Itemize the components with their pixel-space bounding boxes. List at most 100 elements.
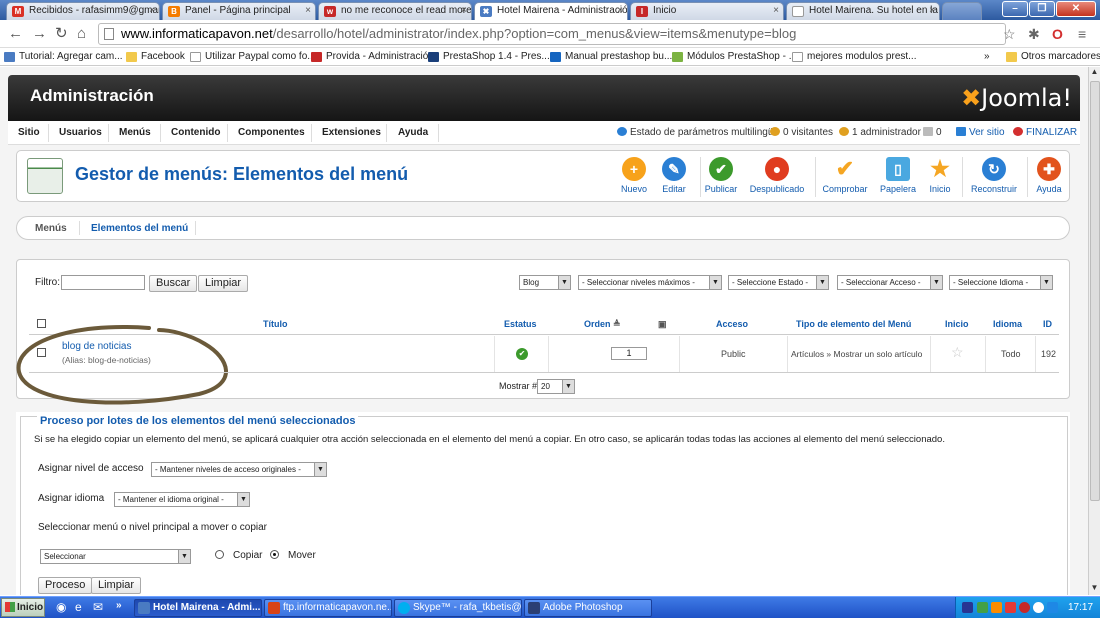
tray-app-icon[interactable] (977, 602, 988, 613)
default-star-icon[interactable]: ☆ (951, 344, 964, 361)
close-window-icon[interactable]: ✕ (1056, 1, 1096, 17)
unpublish-button[interactable]: ● Despublicado (741, 157, 813, 194)
language-select[interactable]: - Seleccione Idioma - ▼ (949, 275, 1053, 290)
batch-clear-button[interactable]: Limpiar (91, 577, 142, 594)
mail-quicklaunch-icon[interactable]: ✉ (93, 600, 103, 614)
column-home-header[interactable]: Inicio (945, 319, 969, 329)
close-tab-icon[interactable]: × (929, 3, 935, 19)
tab-menus[interactable]: Menús (35, 223, 67, 234)
skype-tray-icon[interactable] (1047, 602, 1058, 613)
view-site-link[interactable]: Ver sitio (956, 127, 1005, 138)
filter-search-input[interactable] (61, 275, 145, 290)
taskbar-window-skype[interactable]: Skype™ - rafa_tkbetis@... (394, 599, 522, 617)
taskbar-window-ftp[interactable]: ftp.informaticapavon.ne... (264, 599, 392, 617)
url-field[interactable]: www.informaticapavon.net/desarrollo/hote… (98, 23, 1006, 45)
bookmark-item[interactable]: PrestaShop 1.4 - Pres... (428, 49, 550, 65)
bookmark-item[interactable]: Módulos PrestaShop - ... (672, 49, 797, 65)
browser-tab-panel[interactable]: B Panel - Página principal × (162, 2, 316, 20)
menu-ayuda[interactable]: Ayuda (398, 127, 428, 138)
menu-sitio[interactable]: Sitio (18, 127, 40, 138)
edit-button[interactable]: ✎ Editar (649, 157, 699, 194)
bookmark-item[interactable]: Provida - Administración (311, 49, 434, 65)
extension-icon[interactable]: ✱ (1028, 26, 1040, 43)
browser-tab-admin[interactable]: ✖ Hotel Mairena - Administració × (474, 2, 628, 21)
language-bar-icon[interactable] (962, 602, 973, 613)
column-order-header[interactable]: Orden ≜ (584, 319, 621, 330)
close-tab-icon[interactable]: × (149, 3, 155, 19)
page-scrollbar[interactable]: ▲ ▼ (1088, 67, 1100, 595)
taskbar-window-photoshop[interactable]: Adobe Photoshop (524, 599, 652, 617)
copy-radio[interactable] (215, 550, 224, 559)
menu-componentes[interactable]: Componentes (238, 127, 305, 138)
close-tab-icon[interactable]: × (617, 3, 623, 19)
batch-target-select[interactable]: Seleccionar ▼ (40, 549, 191, 564)
column-title-header[interactable]: Título (263, 319, 288, 329)
bookmark-item[interactable]: Tutorial: Agregar cam... (4, 49, 123, 65)
menu-contenido[interactable]: Contenido (171, 127, 220, 138)
rebuild-button[interactable]: ↻ Reconstruir (965, 157, 1023, 194)
browser-tab-gmail[interactable]: M Recibidos - rafasimm9@gmail × (6, 2, 160, 20)
reload-icon[interactable]: ↻ (55, 25, 68, 43)
back-arrow-icon[interactable]: ← (8, 25, 23, 43)
scroll-up-icon[interactable]: ▲ (1089, 67, 1100, 79)
column-access-header[interactable]: Acceso (716, 319, 748, 329)
scroll-down-icon[interactable]: ▼ (1089, 583, 1100, 595)
multilingual-status[interactable]: Estado de parámetros multilingüe (617, 127, 779, 138)
close-tab-icon[interactable]: × (773, 3, 779, 19)
order-input[interactable]: 1 (611, 347, 647, 360)
bookmark-item[interactable]: Facebook (126, 49, 185, 65)
quicklaunch-more-icon[interactable]: » (116, 600, 122, 611)
menu-menus[interactable]: Menús (119, 127, 151, 138)
taskbar-window-browser[interactable]: Hotel Mairena - Admi... (134, 599, 262, 617)
published-check-icon[interactable]: ✔ (516, 348, 528, 360)
clock[interactable]: 17:17 (1068, 597, 1093, 618)
help-button[interactable]: ✚ Ayuda (1027, 157, 1071, 194)
chrome-quicklaunch-icon[interactable]: ◉ (56, 600, 66, 614)
batch-language-select[interactable]: - Mantener el idioma original - ▼ (114, 492, 250, 507)
forward-arrow-icon[interactable]: → (32, 25, 47, 43)
show-count-select[interactable]: 20 ▼ (537, 379, 575, 394)
browser-tab-forum[interactable]: w no me reconoce el read more × (318, 2, 472, 20)
column-status-header[interactable]: Estatus (504, 319, 537, 329)
bookmark-item[interactable]: Manual prestashop bu... (550, 49, 672, 65)
close-tab-icon[interactable]: × (461, 3, 467, 19)
search-button[interactable]: Buscar (149, 275, 198, 292)
star-bookmark-icon[interactable]: ☆ (1003, 26, 1016, 43)
other-bookmarks[interactable]: Otros marcadores (1006, 49, 1100, 65)
new-tab-button[interactable] (942, 2, 982, 20)
logout-link[interactable]: FINALIZAR (1013, 127, 1077, 138)
messages-status[interactable]: 0 (923, 127, 942, 138)
scroll-thumb[interactable] (1090, 81, 1100, 501)
ie-quicklaunch-icon[interactable]: e (75, 600, 82, 614)
checkin-button[interactable]: ✔ Comprobar (817, 157, 873, 195)
menu-icon[interactable]: ≡ (1078, 26, 1086, 42)
home-default-button[interactable]: ★ Inicio (915, 157, 965, 195)
minimize-icon[interactable]: – (1002, 1, 1028, 17)
bookmark-item[interactable]: Utilizar Paypal como fo... (190, 49, 316, 65)
column-id-header[interactable]: ID (1043, 319, 1052, 329)
publish-button[interactable]: ✔ Publicar (696, 157, 746, 194)
close-tab-icon[interactable]: × (305, 3, 311, 19)
menu-type-select[interactable]: Blog ▼ (519, 275, 571, 290)
tray-app-icon[interactable] (991, 602, 1002, 613)
max-levels-select[interactable]: - Seleccionar niveles máximos - ▼ (578, 275, 722, 290)
column-type-header[interactable]: Tipo de elemento del Menú (796, 319, 911, 329)
opera-tray-icon[interactable] (1019, 602, 1030, 613)
menu-usuarios[interactable]: Usuarios (59, 127, 102, 138)
move-radio[interactable] (270, 550, 279, 559)
bookmark-item[interactable]: mejores modulos prest... (792, 49, 917, 65)
clock-tray-icon[interactable] (1033, 602, 1044, 613)
batch-access-select[interactable]: - Mantener niveles de acceso originales … (151, 462, 327, 477)
column-language-header[interactable]: Idioma (993, 319, 1022, 329)
state-select[interactable]: - Seleccione Estado - ▼ (728, 275, 829, 290)
access-select[interactable]: - Seleccionar Acceso - ▼ (837, 275, 943, 290)
home-icon[interactable]: ⌂ (77, 25, 86, 43)
maximize-icon[interactable]: ❐ (1029, 1, 1055, 17)
process-button[interactable]: Proceso (38, 577, 93, 594)
menu-extensiones[interactable]: Extensiones (322, 127, 381, 138)
browser-tab-hotel[interactable]: Hotel Mairena. Su hotel en la × (786, 2, 940, 20)
browser-tab-inicio[interactable]: I Inicio × (630, 2, 784, 20)
clear-filter-button[interactable]: Limpiar (198, 275, 249, 292)
network-icon[interactable] (1005, 602, 1016, 613)
save-order-icon[interactable]: ▣ (658, 319, 667, 330)
